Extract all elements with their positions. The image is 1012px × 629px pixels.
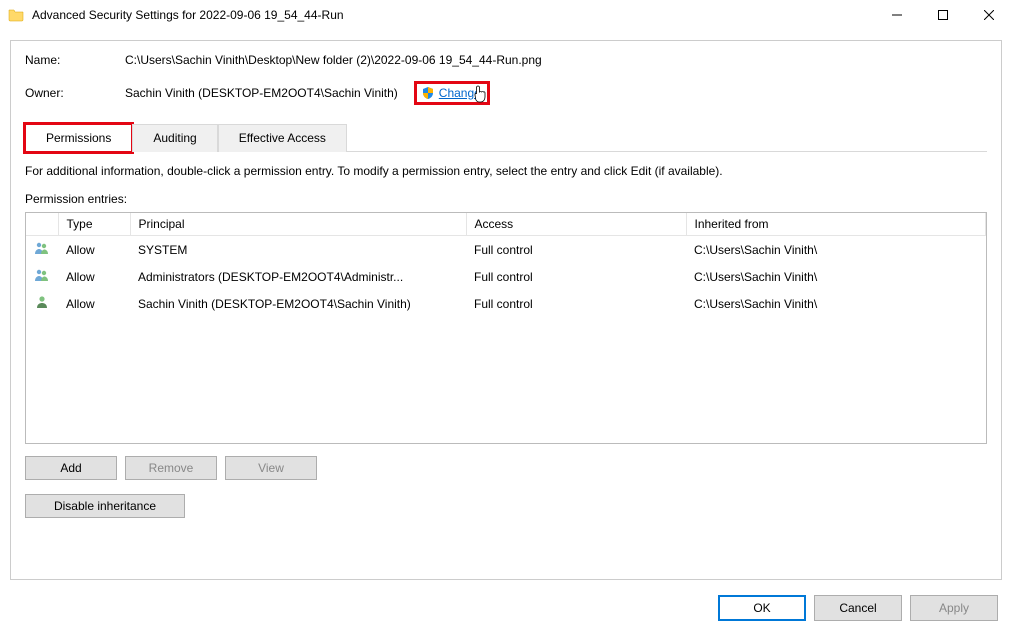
cell-access: Full control xyxy=(466,236,686,264)
cell-principal: Sachin Vinith (DESKTOP-EM2OOT4\Sachin Vi… xyxy=(130,290,466,317)
owner-row: Owner: Sachin Vinith (DESKTOP-EM2OOT4\Sa… xyxy=(25,81,987,105)
view-button[interactable]: View xyxy=(225,456,317,480)
window-controls xyxy=(874,0,1012,30)
table-header-principal[interactable]: Principal xyxy=(130,213,466,236)
table-header-inherited[interactable]: Inherited from xyxy=(686,213,986,236)
cell-inherited: C:\Users\Sachin Vinith\ xyxy=(686,263,986,290)
close-button[interactable] xyxy=(966,0,1012,30)
cell-type: Allow xyxy=(58,290,130,317)
disable-inheritance-button[interactable]: Disable inheritance xyxy=(25,494,185,518)
maximize-button[interactable] xyxy=(920,0,966,30)
cell-type: Allow xyxy=(58,236,130,264)
permission-buttons-row: Add Remove View xyxy=(25,456,987,480)
window-title: Advanced Security Settings for 2022-09-0… xyxy=(32,8,344,22)
tab-auditing-label: Auditing xyxy=(153,131,196,145)
owner-label: Owner: xyxy=(25,86,125,100)
shield-icon xyxy=(421,86,435,100)
tab-effective-access[interactable]: Effective Access xyxy=(218,124,347,152)
group-icon xyxy=(34,267,50,283)
ok-button[interactable]: OK xyxy=(718,595,806,621)
apply-button[interactable]: Apply xyxy=(910,595,998,621)
help-text: For additional information, double-click… xyxy=(25,164,987,178)
group-icon xyxy=(34,240,50,256)
tab-permissions[interactable]: Permissions xyxy=(25,124,132,152)
name-row: Name: C:\Users\Sachin Vinith\Desktop\New… xyxy=(25,53,987,67)
minimize-button[interactable] xyxy=(874,0,920,30)
table-row[interactable]: AllowSYSTEMFull controlC:\Users\Sachin V… xyxy=(26,236,986,264)
add-button[interactable]: Add xyxy=(25,456,117,480)
user-icon xyxy=(34,294,50,310)
tab-effective-access-label: Effective Access xyxy=(239,131,326,145)
tab-permissions-label: Permissions xyxy=(46,131,111,145)
cell-principal: SYSTEM xyxy=(130,236,466,264)
cell-access: Full control xyxy=(466,290,686,317)
cell-inherited: C:\Users\Sachin Vinith\ xyxy=(686,236,986,264)
table-header-access[interactable]: Access xyxy=(466,213,686,236)
table-header-icon[interactable] xyxy=(26,213,58,236)
cell-principal: Administrators (DESKTOP-EM2OOT4\Administ… xyxy=(130,263,466,290)
dialog-button-bar: OK Cancel Apply xyxy=(0,577,1012,629)
table-row[interactable]: AllowAdministrators (DESKTOP-EM2OOT4\Adm… xyxy=(26,263,986,290)
permission-entries-label: Permission entries: xyxy=(25,192,987,206)
remove-button[interactable]: Remove xyxy=(125,456,217,480)
name-label: Name: xyxy=(25,53,125,67)
cell-inherited: C:\Users\Sachin Vinith\ xyxy=(686,290,986,317)
permission-entries-table[interactable]: Type Principal Access Inherited from All… xyxy=(25,212,987,444)
table-row[interactable]: AllowSachin Vinith (DESKTOP-EM2OOT4\Sach… xyxy=(26,290,986,317)
cancel-button[interactable]: Cancel xyxy=(814,595,902,621)
table-header-row: Type Principal Access Inherited from xyxy=(26,213,986,236)
folder-icon xyxy=(8,7,24,23)
change-owner-link[interactable]: Change xyxy=(439,86,481,100)
change-link-highlight: Change xyxy=(414,81,490,105)
titlebar: Advanced Security Settings for 2022-09-0… xyxy=(0,0,1012,30)
owner-value: Sachin Vinith (DESKTOP-EM2OOT4\Sachin Vi… xyxy=(125,86,398,100)
name-value: C:\Users\Sachin Vinith\Desktop\New folde… xyxy=(125,53,542,67)
cell-type: Allow xyxy=(58,263,130,290)
table-header-type[interactable]: Type xyxy=(58,213,130,236)
main-panel: Name: C:\Users\Sachin Vinith\Desktop\New… xyxy=(10,40,1002,580)
tabs: Permissions Auditing Effective Access xyxy=(25,123,987,152)
cell-access: Full control xyxy=(466,263,686,290)
tab-auditing[interactable]: Auditing xyxy=(132,124,217,152)
